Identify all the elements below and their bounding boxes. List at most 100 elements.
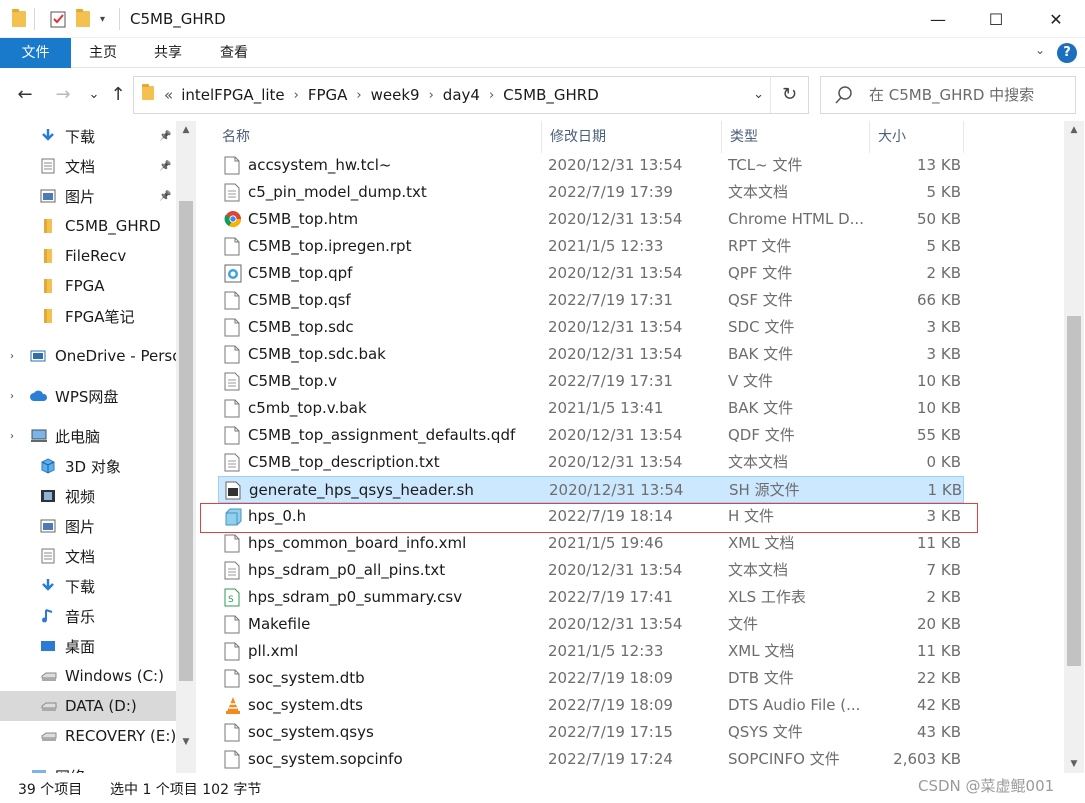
file-list-scrollbar[interactable]: ▲ ▼ (1064, 121, 1084, 773)
file-modified-date: 2020/12/31 13:54 (548, 156, 683, 174)
breadcrumb-day4[interactable]: day4 (443, 86, 480, 104)
nav-scrollbar[interactable]: ▲ ▼ (176, 121, 196, 773)
scroll-down-icon[interactable]: ▼ (176, 733, 196, 751)
address-bar[interactable]: « intelFPGA_lite › FPGA › week9 › day4 ›… (133, 76, 809, 114)
chevron-right-icon[interactable]: › (356, 88, 361, 103)
sidebar-item-fpga[interactable]: FPGA笔记 (0, 301, 176, 331)
scroll-down-icon[interactable]: ▼ (1064, 755, 1084, 773)
file-icon (224, 426, 240, 445)
column-header-date[interactable]: 修改日期 (542, 121, 722, 153)
file-row[interactable]: c5mb_top.v.bak 2021/1/5 13:41 BAK 文件 10 KB (218, 395, 964, 422)
scrollbar-thumb[interactable] (1067, 316, 1081, 666)
breadcrumb-intelfpga-lite[interactable]: intelFPGA_lite (181, 86, 284, 104)
sidebar-item-item[interactable]: 下载 (0, 571, 176, 601)
file-name: hps_sdram_p0_summary.csv (248, 588, 463, 606)
sidebar-item-onedrive-perso[interactable]: › OneDrive - Perso (0, 341, 181, 371)
folder-icon (142, 84, 154, 104)
file-size: 55 KB (917, 426, 961, 444)
file-row[interactable]: accsystem_hw.tcl~ 2020/12/31 13:54 TCL~ 文件… (218, 152, 964, 179)
sidebar-item-filerecv[interactable]: FileRecv (0, 241, 176, 271)
sidebar-item-item[interactable]: 视频 (0, 481, 176, 511)
file-row[interactable]: hps_0.h 2022/7/19 18:14 H 文件 3 KB (218, 503, 964, 530)
help-icon[interactable]: ? (1057, 43, 1077, 63)
expand-chevron-icon[interactable]: › (10, 351, 14, 362)
sidebar-item-recovery-e[interactable]: RECOVERY (E:) (0, 721, 176, 751)
close-button[interactable]: ✕ (1027, 0, 1085, 38)
sidebar-item-wps[interactable]: › WPS网盘 (0, 381, 176, 411)
breadcrumb-overflow[interactable]: « (164, 86, 173, 104)
chevron-right-icon[interactable]: › (489, 88, 494, 103)
file-row[interactable]: C5MB_top_assignment_defaults.qdf 2020/12/… (218, 422, 964, 449)
minimize-button[interactable]: — (909, 0, 967, 38)
column-header-size[interactable]: 大小 (870, 121, 964, 153)
sidebar-item-data-d[interactable]: DATA (D:) (0, 691, 176, 721)
sidebar-item-3d[interactable]: 3D 对象 (0, 451, 176, 481)
tab-share[interactable]: 共享 (135, 38, 201, 68)
sidebar-item-item[interactable]: 音乐 (0, 601, 176, 631)
sidebar-item-item[interactable]: 桌面 (0, 631, 176, 661)
sidebar-item-item[interactable]: 下载 📌 (0, 121, 176, 151)
sidebar-item-item[interactable]: ›网络 (0, 761, 176, 773)
scrollbar-thumb[interactable] (179, 201, 193, 681)
file-row[interactable]: soc_system.sopcinfo 2022/7/19 17:24 SOPCIN… (218, 746, 964, 773)
breadcrumb-week9[interactable]: week9 (371, 86, 420, 104)
scroll-up-icon[interactable]: ▲ (1064, 121, 1084, 139)
file-row[interactable]: C5MB_top.sdc 2020/12/31 13:54 SDC 文件 3 KB (218, 314, 964, 341)
sidebar-item-item[interactable]: 文档 📌 (0, 151, 176, 181)
breadcrumb-fpga[interactable]: FPGA (308, 86, 348, 104)
recent-locations-button[interactable]: ⌄ (86, 83, 102, 107)
file-type: RPT 文件 (728, 237, 792, 255)
file-row[interactable]: C5MB_top.v 2022/7/19 17:31 V 文件 10 KB (218, 368, 964, 395)
file-row[interactable]: pll.xml 2021/1/5 12:33 XML 文档 11 KB (218, 638, 964, 665)
file-icon (224, 615, 240, 634)
customize-quick-access-icon[interactable]: ▾ (100, 9, 105, 29)
file-row[interactable]: C5MB_top.ipregen.rpt 2021/1/5 12:33 RPT 文件… (218, 233, 964, 260)
chevron-right-icon[interactable]: › (429, 88, 434, 103)
chevron-right-icon[interactable]: › (294, 88, 299, 103)
up-button[interactable]: ↑ (106, 83, 130, 107)
file-row[interactable]: generate_hps_qsys_header.sh 2020/12/31 13… (218, 476, 964, 503)
ribbon-collapse-icon[interactable]: ⌄ (1035, 43, 1045, 57)
column-header-type[interactable]: 类型 (722, 121, 870, 153)
search-box[interactable]: 在 C5MB_GHRD 中搜索 (820, 76, 1076, 114)
file-name: soc_system.dts (248, 696, 363, 714)
file-row[interactable]: C5MB_top.qpf 2020/12/31 13:54 QPF 文件 2 KB (218, 260, 964, 287)
sidebar-item-windows-c[interactable]: Windows (C:) (0, 661, 176, 691)
properties-icon[interactable] (50, 9, 66, 29)
file-row[interactable]: C5MB_top.htm 2020/12/31 13:54 Chrome HTML … (218, 206, 964, 233)
refresh-button[interactable]: ↻ (770, 77, 808, 113)
file-row[interactable]: hps_sdram_p0_all_pins.txt 2020/12/31 13:5… (218, 557, 964, 584)
sidebar-item-fpga[interactable]: FPGA (0, 271, 176, 301)
maximize-button[interactable]: ☐ (967, 0, 1025, 38)
sidebar-item-item[interactable]: 文档 (0, 541, 176, 571)
file-row[interactable]: soc_system.dts 2022/7/19 18:09 DTS Audio F… (218, 692, 964, 719)
address-dropdown-icon[interactable]: ⌄ (753, 77, 764, 113)
file-row[interactable]: soc_system.dtb 2022/7/19 18:09 DTB 文件 22 KB (218, 665, 964, 692)
scroll-up-icon[interactable]: ▲ (176, 121, 196, 139)
expand-chevron-icon[interactable]: › (10, 431, 14, 442)
sidebar-item-item[interactable]: › 此电脑 (0, 421, 176, 451)
breadcrumb-c5mb-ghrd[interactable]: C5MB_GHRD (503, 86, 599, 104)
tab-view[interactable]: 查看 (201, 38, 267, 68)
file-row[interactable]: c5_pin_model_dump.txt 2022/7/19 17:39 文本文档… (218, 179, 964, 206)
sidebar-item-label: 此电脑 (55, 427, 101, 446)
sidebar-item-item[interactable]: 图片 📌 (0, 181, 176, 211)
file-row[interactable]: soc_system.qsys 2022/7/19 17:15 QSYS 文件 43 … (218, 719, 964, 746)
column-header-name[interactable]: 名称 (214, 121, 542, 153)
back-button[interactable]: ← (12, 83, 38, 107)
file-row[interactable]: Shps_sdram_p0_summary.csv 2022/7/19 17:41… (218, 584, 964, 611)
sidebar-item-item[interactable]: 图片 (0, 511, 176, 541)
text-file-icon (224, 372, 240, 391)
new-folder-icon[interactable] (76, 9, 90, 29)
file-row[interactable]: hps_common_board_info.xml 2021/1/5 19:46 X… (218, 530, 964, 557)
file-row[interactable]: C5MB_top_description.txt 2020/12/31 13:54… (218, 449, 964, 476)
file-row[interactable]: C5MB_top.sdc.bak 2020/12/31 13:54 BAK 文件 3 … (218, 341, 964, 368)
file-row[interactable]: C5MB_top.qsf 2022/7/19 17:31 QSF 文件 66 KB (218, 287, 964, 314)
expand-chevron-icon[interactable]: › (10, 391, 14, 402)
sidebar-item-c5mb-ghrd[interactable]: C5MB_GHRD (0, 211, 176, 241)
document-icon (40, 158, 58, 174)
forward-button[interactable]: → (50, 83, 76, 107)
tab-home[interactable]: 主页 (71, 38, 135, 68)
file-row[interactable]: Makefile 2020/12/31 13:54 文件 20 KB (218, 611, 964, 638)
tab-file[interactable]: 文件 (0, 38, 71, 68)
